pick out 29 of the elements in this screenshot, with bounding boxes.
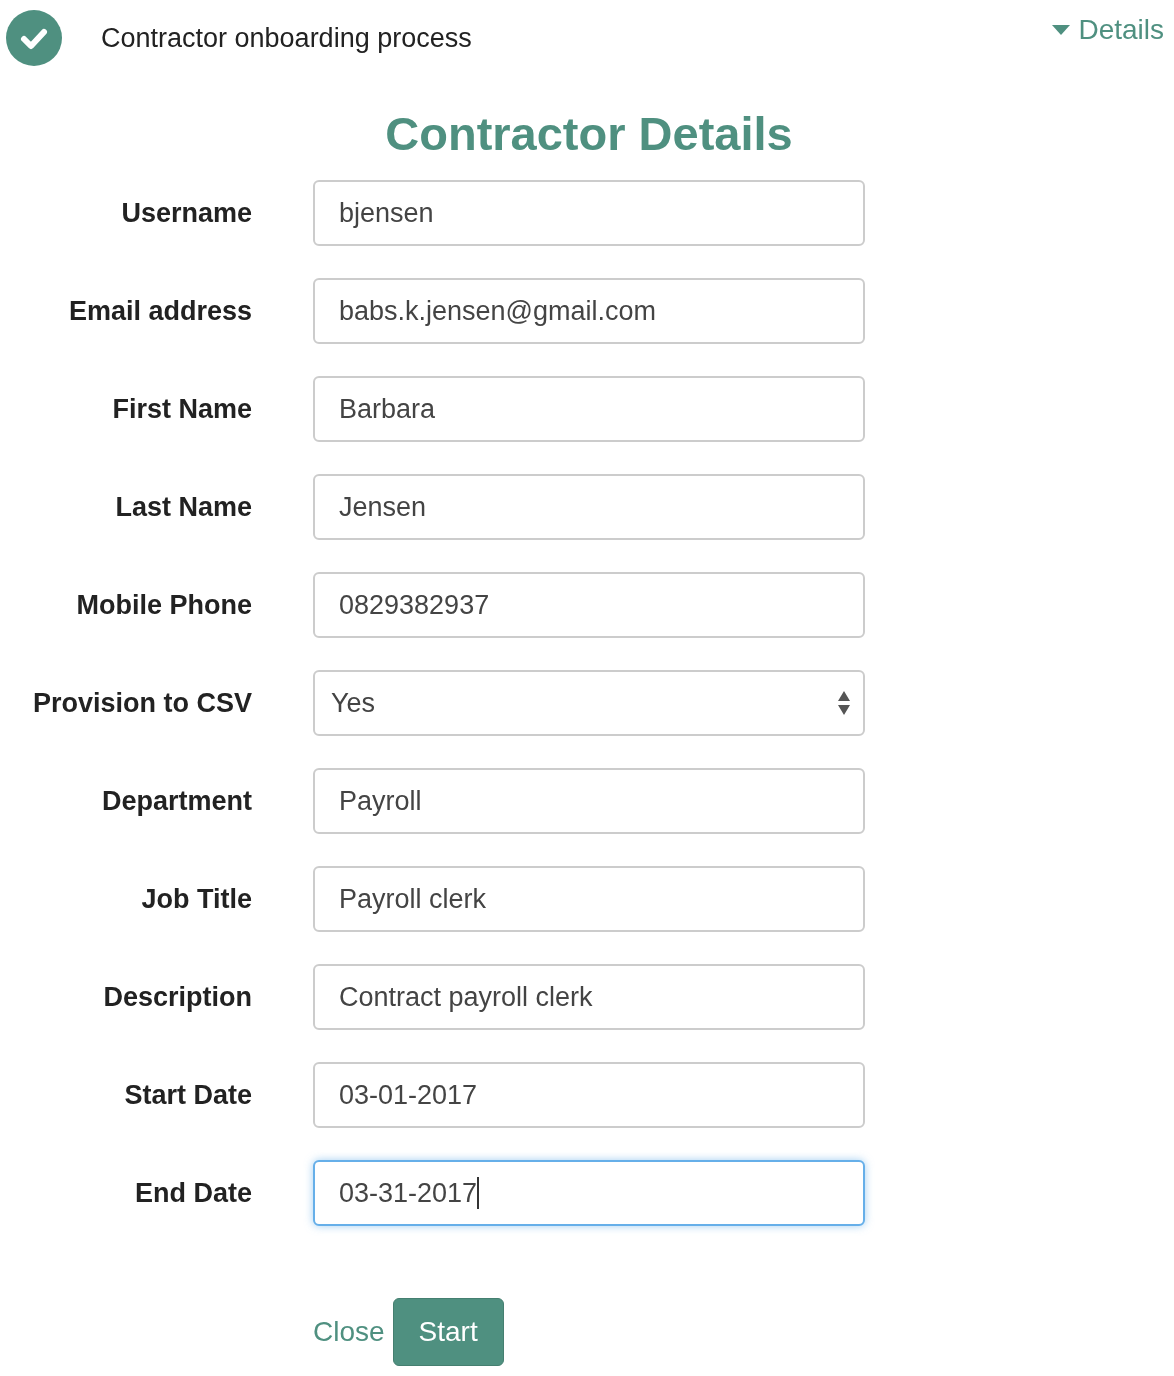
field-label: Username: [120, 197, 252, 229]
select-field[interactable]: Yes: [313, 670, 865, 736]
input-field[interactable]: Jensen: [313, 474, 865, 540]
up-down-arrows-icon: [837, 689, 851, 717]
process-title: Contractor onboarding process: [101, 22, 473, 54]
field-label: First Name: [111, 393, 252, 425]
field-label: Mobile Phone: [75, 589, 252, 621]
input-field[interactable]: Contract payroll clerk: [313, 964, 865, 1030]
input-field[interactable]: 03-31-2017: [313, 1160, 865, 1226]
input-field[interactable]: babs.k.jensen@gmail.com: [313, 278, 865, 344]
form-heading: Contractor Details: [384, 106, 794, 162]
field-label: Last Name: [114, 491, 252, 523]
close-link[interactable]: Close: [313, 1316, 385, 1348]
input-field[interactable]: 0829382937: [313, 572, 865, 638]
details-toggle[interactable]: Details: [1052, 14, 1164, 46]
field-label: Job Title: [140, 883, 252, 915]
field-label: Start Date: [123, 1079, 252, 1111]
input-field[interactable]: Payroll clerk: [313, 866, 865, 932]
field-label: Department: [100, 785, 252, 817]
field-label: Email address: [67, 295, 252, 327]
caret-icon: [1052, 25, 1071, 35]
input-field[interactable]: 03-01-2017: [313, 1062, 865, 1128]
input-field[interactable]: Barbara: [313, 376, 865, 442]
input-field[interactable]: Payroll: [313, 768, 865, 834]
field-label: End Date: [133, 1177, 252, 1209]
field-label: Provision to CSV: [31, 687, 252, 719]
field-label: Description: [102, 981, 252, 1013]
input-field[interactable]: bjensen: [313, 180, 865, 246]
start-button[interactable]: Start: [392, 1298, 504, 1366]
